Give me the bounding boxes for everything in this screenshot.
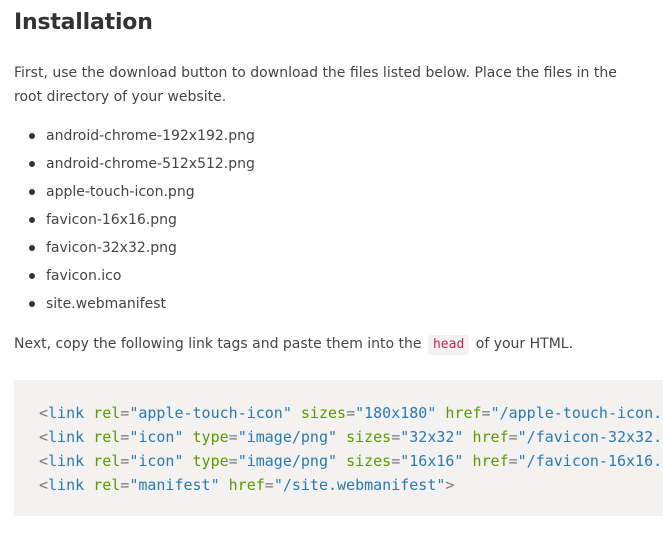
code-token-punct (84, 428, 93, 446)
code-token-punct (84, 404, 93, 422)
code-token-punct (337, 428, 346, 446)
code-block[interactable]: <link rel="apple-touch-icon" sizes="180x… (14, 380, 663, 516)
code-token-punct: > (445, 476, 455, 494)
code-token-tag: link (48, 452, 85, 470)
file-name: site.webmanifest (46, 296, 166, 312)
bullet-icon (29, 189, 35, 195)
code-token-str: "apple-touch-icon" (129, 404, 292, 422)
code-token-punct (84, 476, 93, 494)
file-name: android-chrome-512x512.png (46, 156, 255, 172)
code-token-punct: = (120, 476, 130, 494)
code-token-attr: href (472, 428, 509, 446)
code-token-attr: href (228, 476, 265, 494)
code-token-punct (220, 476, 229, 494)
code-token-punct (292, 404, 301, 422)
code-token-attr: rel (93, 428, 121, 446)
code-token-punct (84, 452, 93, 470)
bullet-icon (29, 301, 35, 307)
code-token-str: "16x16" (400, 452, 464, 470)
file-name: favicon-32x32.png (46, 240, 177, 256)
list-item: apple-touch-icon.png (14, 178, 255, 206)
code-token-tag: link (48, 428, 85, 446)
bullet-icon (29, 161, 35, 167)
code-token-attr: href (472, 452, 509, 470)
file-name: favicon-16x16.png (46, 212, 177, 228)
bullet-icon (29, 245, 35, 251)
code-token-str: "icon" (129, 452, 184, 470)
code-token-punct: = (228, 452, 238, 470)
code-token-attr: sizes (300, 404, 347, 422)
code-token-punct: < (39, 428, 49, 446)
code-token-punct: = (120, 404, 130, 422)
code-token-str: "/favicon-16x16.png" (517, 452, 663, 470)
code-token-tag: link (48, 476, 85, 494)
code-token-punct: < (39, 476, 49, 494)
code-line: <link rel="icon" type="image/png" sizes=… (39, 425, 663, 449)
file-list: android-chrome-192x192.png android-chrom… (14, 122, 255, 318)
list-item: favicon.ico (14, 262, 255, 290)
list-item: android-chrome-512x512.png (14, 150, 255, 178)
section-title: Installation (14, 10, 153, 35)
code-token-punct: = (508, 452, 518, 470)
code-token-punct: = (120, 428, 130, 446)
code-token-punct (463, 452, 472, 470)
installation-section: Installation First, use the download but… (0, 0, 663, 542)
code-token-str: "manifest" (129, 476, 220, 494)
code-token-attr: rel (93, 404, 121, 422)
code-token-str: "180x180" (355, 404, 437, 422)
next-paragraph: Next, copy the following link tags and p… (14, 332, 573, 356)
code-token-punct (184, 452, 193, 470)
list-item: android-chrome-192x192.png (14, 122, 255, 150)
code-token-str: "/favicon-32x32.png" (517, 428, 663, 446)
code-token-attr: rel (93, 452, 121, 470)
code-token-str: "icon" (129, 428, 184, 446)
next-text-after: of your HTML. (475, 336, 574, 352)
code-line: <link rel="apple-touch-icon" sizes="180x… (39, 401, 663, 425)
code-token-punct: = (391, 452, 401, 470)
file-name: favicon.ico (46, 268, 122, 284)
code-token-punct: = (346, 404, 356, 422)
code-token-punct: < (39, 452, 49, 470)
bullet-icon (29, 133, 35, 139)
list-item: favicon-16x16.png (14, 206, 255, 234)
code-token-punct: = (120, 452, 130, 470)
code-token-attr: rel (93, 476, 121, 494)
list-item: site.webmanifest (14, 290, 255, 318)
code-token-str: "image/png" (237, 452, 338, 470)
code-token-punct: = (508, 428, 518, 446)
code-token-str: "image/png" (237, 428, 338, 446)
next-text-before: Next, copy the following link tags and p… (14, 336, 422, 352)
code-line: <link rel="manifest" href="/site.webmani… (39, 473, 663, 497)
bullet-icon (29, 273, 35, 279)
code-token-str: "32x32" (400, 428, 464, 446)
code-token-punct: = (228, 428, 238, 446)
code-token-punct (463, 428, 472, 446)
bullet-icon (29, 217, 35, 223)
code-token-attr: type (192, 452, 229, 470)
list-item: favicon-32x32.png (14, 234, 255, 262)
code-token-attr: sizes (346, 428, 392, 446)
inline-code-head: head (427, 335, 470, 355)
code-token-attr: type (192, 428, 229, 446)
code-token-attr: href (445, 404, 482, 422)
code-token-str: "/site.webmanifest" (273, 476, 446, 494)
code-token-punct: = (264, 476, 274, 494)
code-token-str: "/apple-touch-icon.png" (490, 404, 663, 422)
code-token-punct: = (481, 404, 491, 422)
code-token-punct: < (39, 404, 49, 422)
code-token-punct: = (391, 428, 401, 446)
code-token-attr: sizes (346, 452, 392, 470)
code-token-tag: link (48, 404, 85, 422)
code-token-punct (184, 428, 193, 446)
code-line: <link rel="icon" type="image/png" sizes=… (39, 449, 663, 473)
intro-paragraph: First, use the download button to downlo… (14, 65, 617, 105)
file-name: android-chrome-192x192.png (46, 128, 255, 144)
file-name: apple-touch-icon.png (46, 184, 195, 200)
code-token-punct (337, 452, 346, 470)
